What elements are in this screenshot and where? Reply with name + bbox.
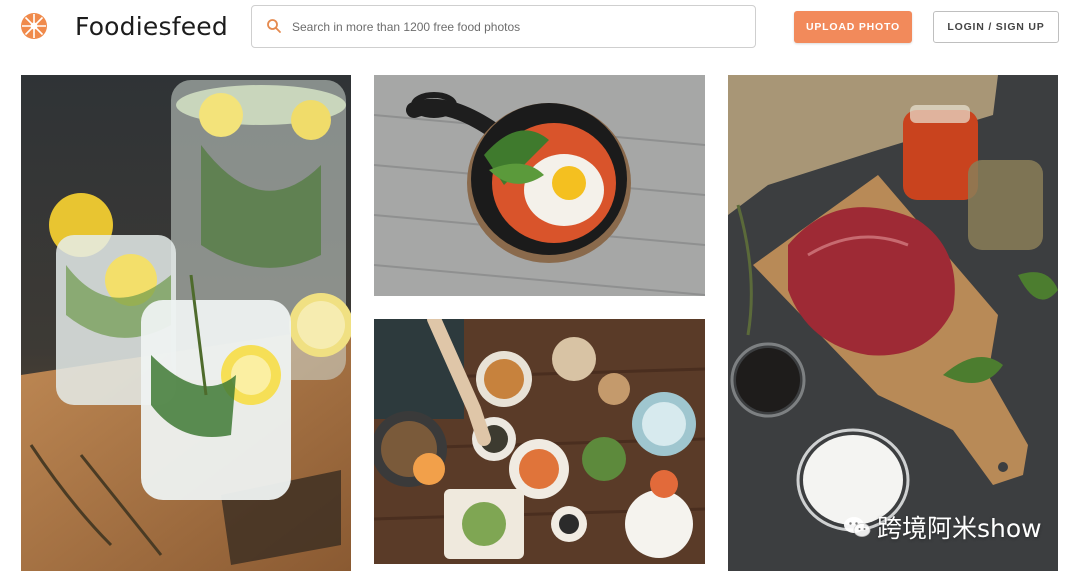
table-spread-photo-image — [374, 319, 705, 564]
logo-icon[interactable] — [20, 12, 48, 40]
login-signup-button[interactable]: LOGIN / SIGN UP — [933, 11, 1059, 43]
egg-skillet-photo-image — [374, 75, 705, 296]
photo-card-table-spread[interactable] — [374, 319, 705, 564]
site-header: Foodiesfeed UPLOAD PHOTO LOGIN / SIGN UP — [0, 0, 1080, 62]
steak-photo-image — [728, 75, 1058, 571]
search-box[interactable] — [251, 5, 756, 48]
upload-photo-button[interactable]: UPLOAD PHOTO — [794, 11, 912, 43]
search-icon — [267, 19, 281, 33]
photo-card-egg-skillet[interactable] — [374, 75, 705, 296]
watermark: 跨境阿米show — [843, 510, 1042, 544]
wechat-icon — [844, 517, 871, 537]
watermark-text: 跨境阿米show — [877, 514, 1042, 543]
drinks-photo-image — [21, 75, 351, 571]
photo-card-steak[interactable] — [728, 75, 1058, 571]
search-input[interactable] — [292, 12, 742, 42]
brand-name[interactable]: Foodiesfeed — [75, 12, 228, 41]
photo-card-drinks[interactable] — [21, 75, 351, 571]
